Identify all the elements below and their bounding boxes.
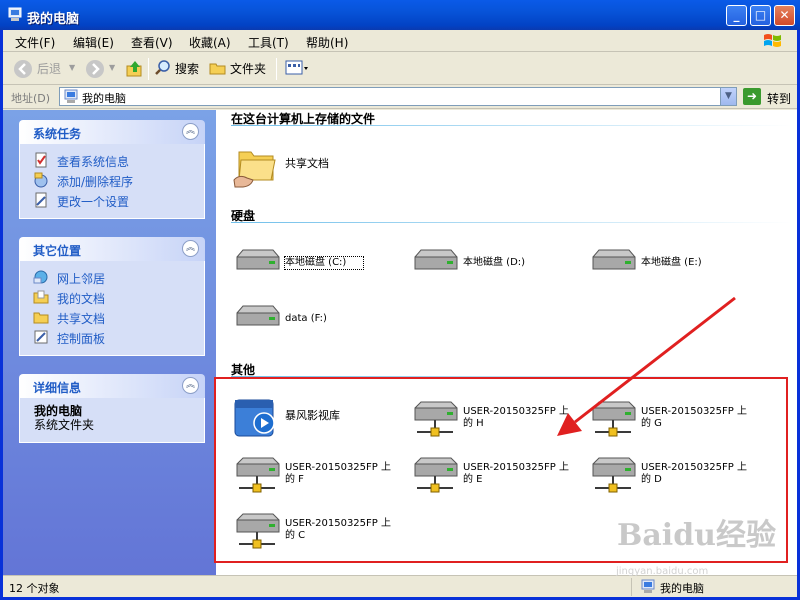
system-tasks-header[interactable]: 系统任务 ︽ <box>19 120 205 144</box>
menu-help[interactable]: 帮助(H) <box>306 34 348 51</box>
status-object-count: 12 个对象 <box>9 582 60 595</box>
item-label: 本地磁盘 (C:) <box>284 256 364 270</box>
menu-edit[interactable]: 编辑(E) <box>73 34 114 51</box>
collapse-icon[interactable]: ︽ <box>182 123 199 140</box>
other-places-header[interactable]: 其它位置 ︽ <box>19 237 205 261</box>
hard-disk-icon <box>236 305 280 326</box>
item-label: data (F:) <box>285 313 327 324</box>
drive-e-item[interactable]: 本地磁盘 (E:) <box>589 247 759 297</box>
minimize-button[interactable]: _ <box>726 5 747 26</box>
watermark-url: jingyan.baidu.com <box>616 566 709 577</box>
item-label: 共享文档 <box>285 157 329 170</box>
panel-title: 详细信息 <box>33 381 82 395</box>
details-panel: 详细信息 ︽ 我的电脑 系统文件夹 <box>19 374 205 443</box>
system-info-icon <box>35 152 47 168</box>
menu-view[interactable]: 查看(V) <box>131 34 173 51</box>
window-title: 我的电脑 <box>27 12 80 27</box>
go-button[interactable]: ➜ 转到 <box>743 87 797 106</box>
go-label: 转到 <box>767 92 792 106</box>
details-name: 我的电脑 <box>34 404 83 418</box>
computer-icon <box>8 7 22 21</box>
menu-favorites[interactable]: 收藏(A) <box>189 34 231 51</box>
panel-title: 系统任务 <box>33 127 82 141</box>
section-divider <box>231 222 792 223</box>
address-input[interactable]: 我的电脑 ▼ <box>59 87 737 106</box>
network-places-icon <box>33 270 48 284</box>
toolbar-separator <box>148 58 149 80</box>
task-pane: 系统任务 ︽ 查看系统信息 添加/删除程序 更改一个设置 其它位置 ︽ 网上邻居… <box>3 110 216 575</box>
address-label: 地址(D) <box>11 92 51 105</box>
item-label: 本地磁盘 (D:) <box>463 257 526 268</box>
back-button[interactable]: 后退 <box>37 60 61 77</box>
item-label: 本地磁盘 (E:) <box>641 257 702 268</box>
place-network[interactable]: 网上邻居 <box>20 267 204 287</box>
views-icon[interactable] <box>285 59 309 77</box>
drive-f-item[interactable]: data (F:) <box>233 303 403 353</box>
menu-bar: 文件(F) 编辑(E) 查看(V) 收藏(A) 工具(T) 帮助(H) <box>3 30 797 52</box>
collapse-icon[interactable]: ︽ <box>182 240 199 257</box>
address-bar: 地址(D) 我的电脑 ▼ ➜ 转到 <box>3 85 797 109</box>
computer-icon <box>641 579 655 593</box>
control-panel-icon <box>34 330 48 344</box>
details-header[interactable]: 详细信息 ︽ <box>19 374 205 398</box>
forward-arrow-icon[interactable] <box>85 59 105 79</box>
up-folder-icon[interactable] <box>125 59 145 79</box>
hard-disk-icon <box>592 249 636 270</box>
other-places-panel: 其它位置 ︽ 网上邻居 我的文档 共享文档 控制面板 <box>19 237 205 356</box>
panel-title: 其它位置 <box>33 244 82 258</box>
status-bar: 12 个对象 我的电脑 <box>3 575 797 597</box>
toolbar: 后退 ▼ ▼ 搜索 文件夹 <box>3 53 797 85</box>
hard-disk-icon <box>414 249 458 270</box>
folders-icon[interactable] <box>209 59 227 77</box>
status-location: 我的电脑 <box>660 582 704 595</box>
task-view-system-info[interactable]: 查看系统信息 <box>20 150 204 170</box>
search-button[interactable]: 搜索 <box>175 60 199 77</box>
status-divider <box>631 578 632 596</box>
folders-button[interactable]: 文件夹 <box>230 60 266 77</box>
hard-disk-icon <box>236 249 280 270</box>
menu-tools[interactable]: 工具(T) <box>248 34 289 51</box>
go-arrow-icon: ➜ <box>743 88 761 105</box>
shared-folder-icon <box>33 312 49 324</box>
place-shared-documents[interactable]: 共享文档 <box>20 307 204 327</box>
drive-c-item[interactable]: 本地磁盘 (C:) <box>233 247 403 297</box>
back-arrow-icon[interactable] <box>13 59 33 79</box>
section-divider <box>231 125 792 126</box>
my-documents-icon <box>33 290 49 304</box>
address-dropdown-icon[interactable]: ▼ <box>720 88 736 105</box>
settings-icon <box>35 192 47 208</box>
back-dropdown-icon[interactable]: ▼ <box>69 63 75 72</box>
collapse-icon[interactable]: ︽ <box>182 377 199 394</box>
watermark-brand: Baidu经验 <box>617 518 776 553</box>
shared-documents-item[interactable]: 共享文档 <box>233 146 403 196</box>
maximize-button[interactable]: □ <box>750 5 771 26</box>
shared-folder-icon <box>233 151 276 188</box>
place-control-panel[interactable]: 控制面板 <box>20 327 204 347</box>
forward-dropdown-icon[interactable]: ▼ <box>109 63 115 72</box>
search-icon[interactable] <box>154 59 172 77</box>
computer-icon <box>64 89 78 103</box>
system-tasks-panel: 系统任务 ︽ 查看系统信息 添加/删除程序 更改一个设置 <box>19 120 205 219</box>
task-add-remove-programs[interactable]: 添加/删除程序 <box>20 170 204 190</box>
close-button[interactable]: ✕ <box>774 5 795 26</box>
task-change-setting[interactable]: 更改一个设置 <box>20 190 204 210</box>
drive-d-item[interactable]: 本地磁盘 (D:) <box>411 247 581 297</box>
menu-file[interactable]: 文件(F) <box>15 34 55 51</box>
windows-logo-icon <box>764 34 781 47</box>
details-type: 系统文件夹 <box>34 418 95 432</box>
toolbar-separator <box>276 58 277 80</box>
add-remove-programs-icon <box>34 172 48 188</box>
place-my-documents[interactable]: 我的文档 <box>20 287 204 307</box>
address-value: 我的电脑 <box>82 92 126 105</box>
title-bar[interactable]: 我的电脑 _ □ ✕ <box>0 0 800 30</box>
